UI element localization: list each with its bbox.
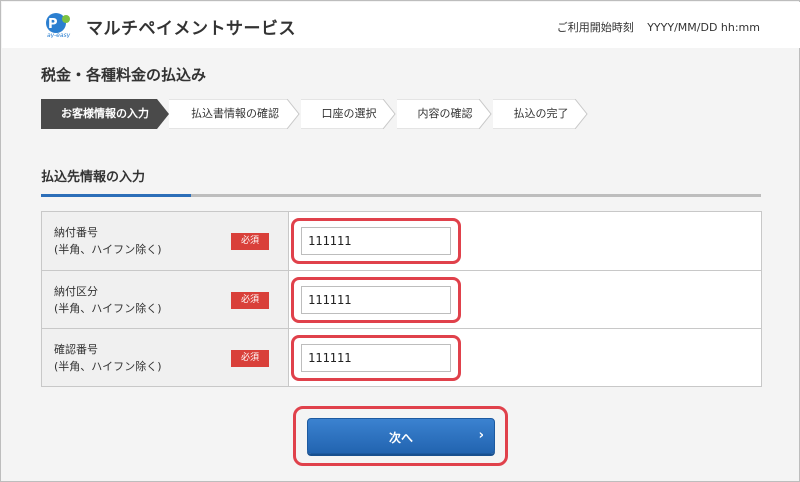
row-label-cell: 納付番号 (半角、ハイフン除く) 必須 <box>42 212 289 270</box>
payment-category-input[interactable] <box>301 286 451 314</box>
step-3: 口座の選択 <box>301 99 397 129</box>
step-1: お客様情報の入力 <box>41 99 169 129</box>
next-button-label: 次へ <box>388 431 413 445</box>
step-2: 払込書情報の確認 <box>169 99 301 129</box>
field-sublabel: (半角、ハイフン除く) <box>54 302 162 315</box>
step-1-label: お客様情報の入力 <box>61 107 149 120</box>
row-value-cell <box>289 271 761 328</box>
next-button[interactable]: 次へ › <box>307 418 495 454</box>
step-3-label: 口座の選択 <box>321 107 377 120</box>
site-title: マルチペイメントサービス <box>86 19 296 39</box>
svg-text:P: P <box>48 17 58 32</box>
form-row-payment-category: 納付区分 (半角、ハイフン除く) 必須 <box>42 270 761 328</box>
pay-easy-logo-icon: P ay-easy <box>46 13 71 38</box>
field-label: 納付番号 <box>54 226 98 239</box>
step-4-label: 内容の確認 <box>417 107 473 120</box>
payment-number-input[interactable] <box>301 227 451 255</box>
header: P ay-easy マルチペイメントサービス ご利用開始時刻 YYYY/MM/D… <box>2 2 800 48</box>
section-divider-accent <box>41 194 191 197</box>
row-label-cell: 納付区分 (半角、ハイフン除く) 必須 <box>42 271 289 328</box>
form-row-payment-number: 納付番号 (半角、ハイフン除く) 必須 <box>42 212 761 270</box>
row-value-cell <box>289 329 761 386</box>
start-time-label: ご利用開始時刻 <box>556 21 634 34</box>
page-frame: P ay-easy マルチペイメントサービス ご利用開始時刻 YYYY/MM/D… <box>0 0 800 482</box>
row-label-cell: 確認番号 (半角、ハイフン除く) 必須 <box>42 329 289 386</box>
field-label: 納付区分 <box>54 285 98 298</box>
confirmation-number-input[interactable] <box>301 344 451 372</box>
section-divider <box>41 194 761 197</box>
field-label: 確認番号 <box>54 343 98 356</box>
form-row-confirmation-number: 確認番号 (半角、ハイフン除く) 必須 <box>42 328 761 386</box>
page-title: 税金・各種料金の払込み <box>41 66 207 84</box>
step-2-label: 払込書情報の確認 <box>191 107 279 120</box>
payment-form: 納付番号 (半角、ハイフン除く) 必須 納付区分 (半角、ハイフン除く) 必須 <box>41 211 762 387</box>
required-badge: 必須 <box>231 233 269 250</box>
required-badge: 必須 <box>231 292 269 309</box>
field-sublabel: (半角、ハイフン除く) <box>54 360 162 373</box>
step-5-label: 払込の完了 <box>513 107 569 120</box>
step-5: 払込の完了 <box>493 99 589 129</box>
row-value-cell <box>289 212 761 270</box>
progress-steps: お客様情報の入力 払込書情報の確認 口座の選択 内容の確認 払込の完了 <box>41 99 601 129</box>
chevron-right-icon: › <box>478 428 484 443</box>
required-badge: 必須 <box>231 350 269 367</box>
start-time: ご利用開始時刻 YYYY/MM/DD hh:mm <box>557 19 760 35</box>
field-sublabel: (半角、ハイフン除く) <box>54 243 162 256</box>
svg-text:ay-easy: ay-easy <box>47 32 71 38</box>
start-time-value: YYYY/MM/DD hh:mm <box>647 21 760 34</box>
section-title: 払込先情報の入力 <box>41 170 146 185</box>
step-4: 内容の確認 <box>397 99 493 129</box>
